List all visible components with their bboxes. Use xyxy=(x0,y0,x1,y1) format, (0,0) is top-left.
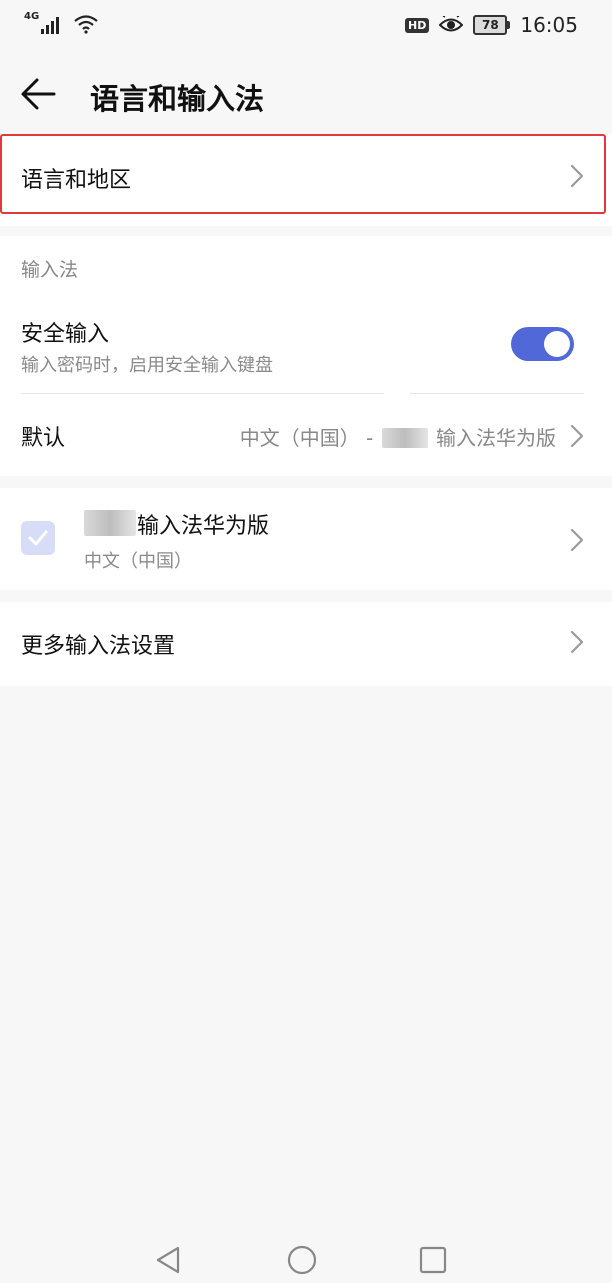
app-header: 语言和输入法 xyxy=(0,52,612,132)
secure-input-label: 安全输入 xyxy=(21,322,110,347)
default-input-row[interactable]: 默认 中文（中国） - 输入法华为版 xyxy=(0,394,612,476)
keyboard-item-row[interactable]: 输入法华为版 中文（中国） xyxy=(0,488,612,590)
section-title-input: 输入法 xyxy=(21,259,79,281)
back-triangle-icon[interactable] xyxy=(154,1245,184,1275)
default-value-suffix: 输入法华为版 xyxy=(436,426,556,450)
highlight-frame xyxy=(0,134,606,214)
home-circle-icon[interactable] xyxy=(286,1244,318,1276)
status-right: HD 78 16:05 xyxy=(405,13,578,37)
default-label: 默认 xyxy=(21,426,66,451)
arrow-left-icon[interactable] xyxy=(18,74,58,114)
default-value: 中文（中国） - 输入法华为版 xyxy=(240,422,556,451)
keyboard-locale: 中文（中国） xyxy=(84,551,192,572)
network-type: 4G xyxy=(24,11,40,22)
check-icon xyxy=(28,530,48,546)
hd-badge: HD xyxy=(405,17,430,33)
status-left: 4G xyxy=(24,11,99,34)
keyboard-checkbox[interactable] xyxy=(21,521,55,555)
battery-icon: 78 xyxy=(473,15,511,35)
chevron-right-icon xyxy=(570,424,584,448)
signal-icon xyxy=(41,16,60,34)
battery-level: 78 xyxy=(473,15,508,35)
recents-square-icon[interactable] xyxy=(418,1245,448,1275)
clock: 16:05 xyxy=(520,13,578,37)
redacted-name xyxy=(381,428,428,448)
keyboard-name: 输入法华为版 xyxy=(137,514,270,539)
secure-input-description: 输入密码时，启用安全输入键盘 xyxy=(21,355,273,376)
toggle-knob xyxy=(544,331,570,357)
default-value-prefix: 中文（中国） - xyxy=(239,426,374,450)
page-title: 语言和输入法 xyxy=(90,82,265,116)
more-input-settings-row[interactable]: 更多输入法设置 xyxy=(0,602,612,686)
status-bar: 4G HD 78 16:05 xyxy=(0,0,612,52)
secure-input-toggle[interactable] xyxy=(511,327,574,361)
eye-icon xyxy=(439,16,464,32)
more-settings-label: 更多输入法设置 xyxy=(21,634,176,659)
chevron-right-icon xyxy=(570,630,584,654)
wifi-icon xyxy=(74,15,98,34)
navigation-bar xyxy=(0,1233,612,1283)
chevron-right-icon xyxy=(570,528,584,552)
redacted-name xyxy=(84,510,136,536)
